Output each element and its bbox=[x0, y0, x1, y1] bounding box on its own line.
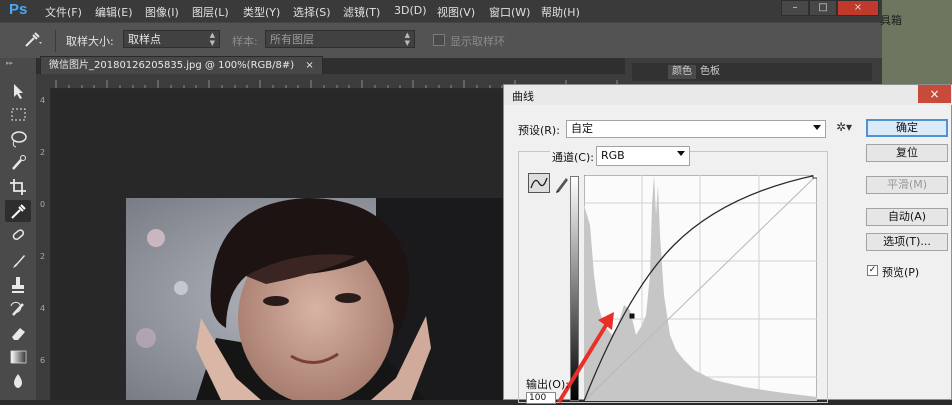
show-ring-label: 显示取样环 bbox=[450, 35, 505, 48]
sample-size-select[interactable]: 取样点 ▲ ▼ bbox=[123, 30, 220, 48]
updown-icon: ▲ ▼ bbox=[209, 31, 215, 47]
ruler-label: 4 bbox=[40, 304, 46, 313]
ruler-label: 2 bbox=[40, 148, 46, 157]
photo-image[interactable] bbox=[126, 198, 506, 400]
curves-dialog[interactable]: 曲线 × 预设(R): 自定 ✲▾ 通道(C): RGB 输出(O): 100 … bbox=[503, 84, 952, 404]
ok-button[interactable]: 确定 bbox=[866, 119, 948, 137]
menu-edit[interactable]: 编辑(E) bbox=[95, 4, 133, 20]
dialog-close-button[interactable]: × bbox=[918, 85, 951, 103]
color-panel-tab[interactable]: 颜色 bbox=[668, 65, 696, 79]
menu-window[interactable]: 窗口(W) bbox=[489, 4, 530, 20]
preview-label: 预览(P) bbox=[882, 266, 920, 279]
window-close-button[interactable]: × bbox=[837, 0, 879, 16]
auto-button[interactable]: 自动(A) bbox=[866, 208, 948, 226]
gradient-tool-icon[interactable] bbox=[5, 346, 31, 368]
reset-button[interactable]: 复位 bbox=[866, 144, 948, 162]
ruler-label: 6 bbox=[40, 356, 46, 365]
ruler-label: 2 bbox=[40, 252, 46, 261]
photo-illustration bbox=[126, 198, 506, 400]
side-panel-label: 具箱 bbox=[880, 14, 902, 27]
brush-tool-icon[interactable] bbox=[5, 250, 31, 272]
blur-tool-icon[interactable] bbox=[5, 370, 31, 392]
eraser-tool-icon[interactable] bbox=[5, 322, 31, 344]
history-brush-tool-icon[interactable] bbox=[5, 298, 31, 320]
curve-end-point bbox=[812, 175, 817, 179]
healing-brush-tool-icon[interactable] bbox=[5, 226, 31, 248]
clone-stamp-tool-icon[interactable] bbox=[5, 274, 31, 296]
close-tab-icon[interactable]: × bbox=[305, 60, 313, 71]
minimize-button[interactable]: – bbox=[781, 0, 809, 16]
sample-select[interactable]: 所有图层 ▲ ▼ bbox=[265, 30, 415, 48]
lasso-tool-icon[interactable] bbox=[5, 128, 31, 150]
quick-selection-tool-icon[interactable] bbox=[5, 152, 31, 174]
options-button[interactable]: 选项(T)... bbox=[866, 233, 948, 251]
dialog-title-bar[interactable] bbox=[504, 85, 952, 105]
menu-layer[interactable]: 图层(L) bbox=[192, 4, 229, 20]
ruler-label: 0 bbox=[40, 200, 46, 209]
preset-label: 预设(R): bbox=[518, 124, 560, 137]
menu-filter[interactable]: 滤镜(T) bbox=[343, 4, 380, 20]
curve-control-point bbox=[629, 313, 635, 319]
document-tab[interactable]: 微信图片_20180126205835.jpg @ 100%(RGB/8#) × bbox=[40, 56, 323, 76]
preset-select[interactable]: 自定 bbox=[566, 120, 826, 138]
output-label: 输出(O): bbox=[526, 378, 569, 391]
preview-checkbox[interactable]: ✓ bbox=[867, 265, 878, 276]
panel-collapse-icon[interactable]: ▸▸ bbox=[6, 60, 30, 67]
document-tab-title: 微信图片_20180126205835.jpg @ 100%(RGB/8#) bbox=[49, 60, 295, 71]
curve-edit-tool-icon[interactable] bbox=[528, 173, 550, 193]
sample-value: 所有图层 bbox=[270, 33, 314, 46]
app-logo: Ps bbox=[9, 1, 28, 18]
vertical-ruler: 4 2 0 2 4 6 bbox=[36, 88, 51, 400]
maximize-button[interactable]: □ bbox=[809, 0, 837, 16]
menu-file[interactable]: 文件(F) bbox=[45, 4, 82, 20]
sample-size-value: 取样点 bbox=[128, 33, 161, 46]
crop-tool-icon[interactable] bbox=[5, 176, 31, 198]
pencil-tool-icon[interactable] bbox=[554, 173, 570, 193]
sample-size-label: 取样大小: bbox=[66, 35, 114, 48]
menu-3d[interactable]: 3D(D) bbox=[394, 4, 427, 17]
dialog-title: 曲线 bbox=[512, 90, 534, 103]
show-ring-checkbox[interactable] bbox=[433, 34, 445, 46]
menu-help[interactable]: 帮助(H) bbox=[541, 4, 580, 20]
smooth-button[interactable]: 平滑(M) bbox=[866, 176, 948, 194]
dropdown-arrow-icon bbox=[813, 125, 821, 130]
preset-value: 自定 bbox=[571, 122, 593, 135]
channel-label: 通道(C): bbox=[550, 149, 596, 165]
move-tool-icon[interactable] bbox=[5, 80, 31, 102]
marquee-tool-icon[interactable] bbox=[5, 104, 31, 126]
dropdown-arrow-icon bbox=[677, 151, 685, 156]
updown-icon: ▲ ▼ bbox=[404, 31, 410, 47]
channel-select[interactable]: RGB bbox=[596, 146, 690, 166]
eyedropper-preset-icon[interactable] bbox=[22, 30, 44, 50]
menu-select[interactable]: 选择(S) bbox=[293, 4, 331, 20]
eyedropper-tool-icon[interactable] bbox=[5, 200, 31, 222]
preset-options-icon[interactable]: ✲▾ bbox=[836, 120, 852, 134]
sample-label: 样本: bbox=[232, 35, 258, 48]
swatches-panel-tab[interactable]: 色板 bbox=[700, 65, 720, 79]
channel-value: RGB bbox=[601, 149, 625, 162]
output-field[interactable]: 100 bbox=[526, 392, 556, 404]
options-divider bbox=[55, 30, 56, 52]
menu-image[interactable]: 图像(I) bbox=[145, 4, 179, 20]
menu-view[interactable]: 视图(V) bbox=[437, 4, 475, 20]
menu-type[interactable]: 类型(Y) bbox=[243, 4, 280, 20]
ruler-label: 4 bbox=[40, 96, 46, 105]
tools-panel: ▸▸ bbox=[0, 58, 37, 400]
